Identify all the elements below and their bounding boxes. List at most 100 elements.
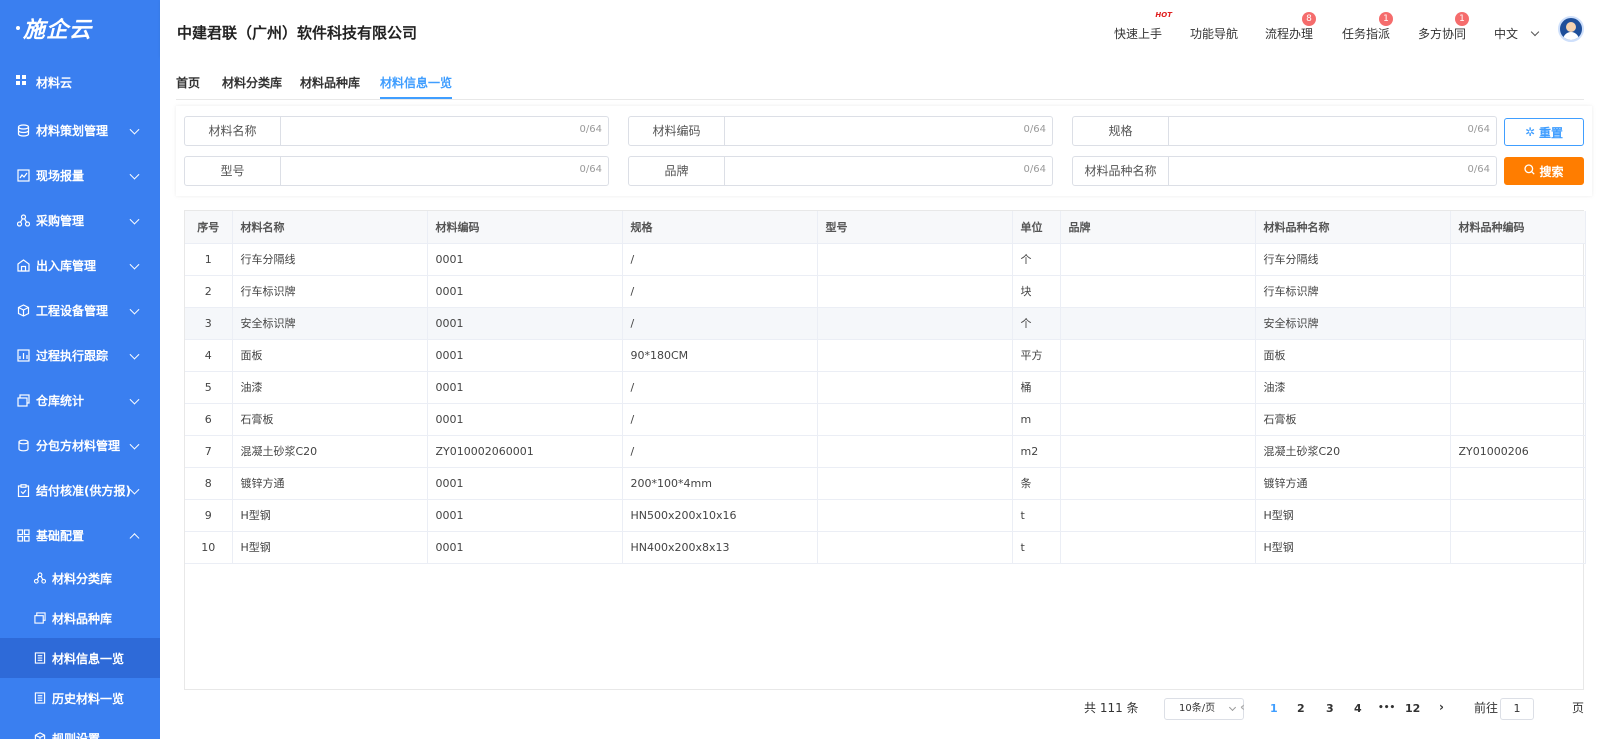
prev-page-button[interactable]: ‹ bbox=[1240, 700, 1245, 714]
sidebar-sub-material-info[interactable]: 材料信息一览 bbox=[0, 638, 160, 678]
clipboard-icon bbox=[16, 484, 30, 498]
sidebar-sub-rule-settings[interactable]: 规则设置 bbox=[0, 718, 160, 739]
variety-name-input[interactable] bbox=[1173, 161, 1473, 181]
sidebar-item-label: 基础配置 bbox=[36, 529, 85, 543]
table-row[interactable]: 10 H型钢 0001 HN400x200x8x13 t H型钢 bbox=[185, 531, 1586, 564]
table-cell bbox=[817, 275, 1013, 308]
tab-material-category[interactable]: 材料分类库 bbox=[222, 74, 282, 91]
chevron-down-icon bbox=[129, 259, 140, 270]
avatar[interactable] bbox=[1558, 16, 1584, 42]
sidebar-item-process-tracking[interactable]: 过程执行跟踪 bbox=[0, 333, 160, 378]
spec-input[interactable] bbox=[1173, 121, 1473, 141]
header-nav-function-guide[interactable]: 功能导航 bbox=[1190, 25, 1238, 42]
table-cell bbox=[817, 467, 1013, 500]
sidebar-item-procurement[interactable]: 采购管理 bbox=[0, 198, 160, 243]
sidebar-sub-label: 材料品种库 bbox=[52, 611, 113, 626]
chevron-down-icon bbox=[129, 124, 140, 135]
page-button[interactable]: 4 bbox=[1354, 702, 1362, 715]
tab-material-info[interactable]: 材料信息一览 bbox=[380, 74, 453, 99]
page-button[interactable]: 12 bbox=[1405, 702, 1420, 715]
coins-icon bbox=[16, 439, 30, 453]
sidebar-item-material-planning[interactable]: 材料策划管理 bbox=[0, 108, 160, 153]
page-button[interactable]: 3 bbox=[1326, 702, 1334, 715]
field-label: 品牌 bbox=[629, 157, 725, 185]
sidebar-item-inventory[interactable]: 出入库管理 bbox=[0, 243, 160, 288]
language-selector[interactable]: 中文 bbox=[1494, 25, 1540, 42]
table-cell: t bbox=[1012, 531, 1061, 564]
header-nav-task-assign[interactable]: 任务指派 1 bbox=[1342, 12, 1394, 42]
total-count: 共 111 条 bbox=[1084, 701, 1139, 715]
char-count: 0/64 bbox=[1467, 124, 1490, 135]
table-row[interactable]: 2 行车标识牌 0001/块行车标识牌 bbox=[185, 275, 1586, 308]
reset-label: 重置 bbox=[1539, 125, 1564, 140]
table-cell: 6 bbox=[185, 403, 233, 436]
sidebar-item-warehouse-stats[interactable]: 仓库统计 bbox=[0, 378, 160, 423]
sidebar-item-label: 现场报量 bbox=[36, 169, 85, 183]
table-cell: 3 bbox=[185, 307, 233, 340]
page-ellipsis[interactable]: ••• bbox=[1378, 703, 1395, 713]
sidebar-sub-history-material[interactable]: 历史材料一览 bbox=[0, 678, 160, 718]
table-cell bbox=[817, 307, 1013, 340]
field-label: 型号 bbox=[185, 157, 281, 185]
next-page-button[interactable]: › bbox=[1439, 700, 1444, 714]
table-cell: 1 bbox=[185, 243, 233, 276]
network-icon bbox=[16, 214, 30, 228]
sidebar-item-basic-config[interactable]: 基础配置 bbox=[0, 513, 160, 558]
spec-field: 规格 0/64 bbox=[1072, 116, 1497, 146]
page-button[interactable]: 1 bbox=[1270, 702, 1278, 715]
table-row[interactable]: 1 行车分隔线 0001/个行车分隔线 bbox=[185, 243, 1586, 276]
page-button[interactable]: 2 bbox=[1297, 702, 1305, 715]
sidebar-sub-material-variety[interactable]: 材料品种库 bbox=[0, 598, 160, 638]
sidebar-sub-label: 材料信息一览 bbox=[52, 651, 125, 666]
sidebar-root[interactable]: 材料云 bbox=[0, 56, 160, 108]
sidebar-item-settlement[interactable]: 结付核准(供方报) bbox=[0, 468, 160, 513]
table-header-row: 序号 材料名称 材料编码 规格 型号 单位 品牌 材料品种名称 材料品种编码 bbox=[185, 211, 1586, 244]
material-name-input[interactable] bbox=[285, 121, 585, 141]
sidebar-sub-material-category[interactable]: 材料分类库 bbox=[0, 558, 160, 598]
table-cell: 面板 bbox=[1255, 339, 1451, 372]
logo[interactable]: 施企云 bbox=[0, 0, 160, 56]
table-cell bbox=[1450, 275, 1586, 308]
table-cell: 9 bbox=[185, 499, 233, 532]
column-header: 材料品种编码 bbox=[1450, 211, 1586, 244]
table-row[interactable]: 6 石膏板 0001/m 石膏板 bbox=[185, 403, 1586, 436]
table-cell: / bbox=[622, 435, 818, 468]
tab-home[interactable]: 首页 bbox=[176, 74, 200, 91]
table-row[interactable]: 8 镀锌方通 0001 200*100*4mm 条镀锌方通 bbox=[185, 467, 1586, 500]
table-row[interactable]: 9 H型钢 0001 HN500x200x10x16 t H型钢 bbox=[185, 499, 1586, 532]
reset-button[interactable]: ✲ 重置 bbox=[1504, 118, 1584, 146]
table-cell: ZY010002060001 bbox=[427, 435, 623, 468]
column-header: 序号 bbox=[185, 211, 233, 244]
search-button[interactable]: 搜索 bbox=[1504, 157, 1584, 185]
tab-material-variety[interactable]: 材料品种库 bbox=[300, 74, 360, 91]
table-row[interactable]: 7 混凝土砂浆C20 ZY010002060001/m2 混凝土砂浆C20 ZY0100… bbox=[185, 435, 1586, 468]
sidebar-item-site-report[interactable]: 现场报量 bbox=[0, 153, 160, 198]
table-cell bbox=[1060, 499, 1256, 532]
sidebar-item-label: 过程执行跟踪 bbox=[36, 349, 109, 363]
goto-page-input[interactable]: 1 bbox=[1500, 698, 1534, 720]
table-cell: 面板 bbox=[232, 339, 428, 372]
table-cell: 7 bbox=[185, 435, 233, 468]
header-nav-collaboration[interactable]: 多方协同 1 bbox=[1418, 12, 1470, 42]
table-cell bbox=[1450, 531, 1586, 564]
model-input[interactable] bbox=[285, 161, 585, 181]
search-icon bbox=[1524, 164, 1536, 178]
language-label: 中文 bbox=[1494, 27, 1519, 41]
table-cell: 0001 bbox=[427, 467, 623, 500]
sidebar-item-equipment[interactable]: 工程设备管理 bbox=[0, 288, 160, 333]
table-row[interactable]: 4 面板 0001 90*180CM 平方 面板 bbox=[185, 339, 1586, 372]
material-code-input[interactable] bbox=[729, 121, 1029, 141]
warehouse-icon bbox=[16, 259, 30, 273]
table-cell bbox=[1450, 243, 1586, 276]
field-label: 规格 bbox=[1073, 117, 1169, 145]
header-nav-workflow[interactable]: 流程办理 8 bbox=[1265, 12, 1317, 42]
header-nav-quick-start[interactable]: 快速上手 HOT bbox=[1114, 11, 1172, 42]
table-row[interactable]: 5 油漆 0001/桶油漆 bbox=[185, 371, 1586, 404]
sidebar-item-subcontractor[interactable]: 分包方材料管理 bbox=[0, 423, 160, 468]
table-cell bbox=[817, 339, 1013, 372]
brand-input[interactable] bbox=[729, 161, 1029, 181]
count-badge: 1 bbox=[1455, 12, 1470, 26]
table-row[interactable]: 3 安全标识牌 0001/个安全标识牌 bbox=[185, 307, 1586, 340]
page-size-select[interactable]: 10条/页 bbox=[1164, 698, 1244, 720]
table-cell: m2 bbox=[1012, 435, 1061, 468]
